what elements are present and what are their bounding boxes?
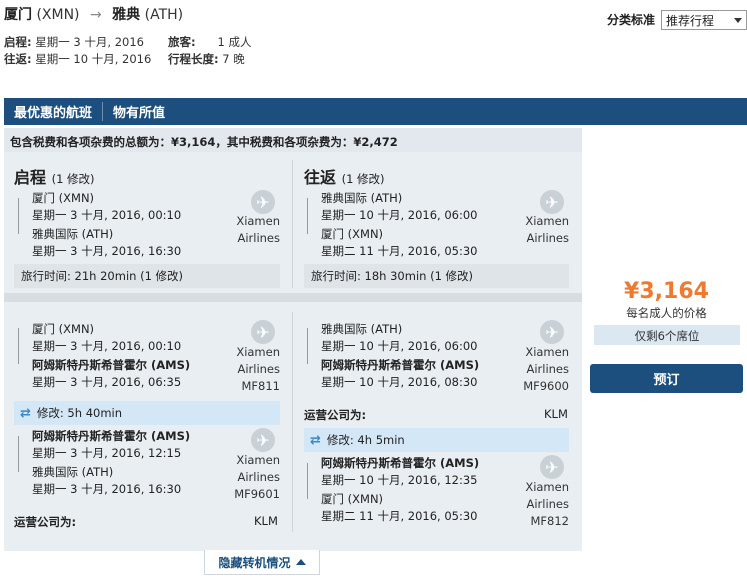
operator-label: 运营公司为:	[304, 408, 367, 422]
seg-from-time: 星期一 10 十月, 2016, 12:35	[321, 473, 478, 487]
transfer-icon: ⇄	[20, 405, 31, 421]
arrow-right-icon: →	[89, 7, 102, 23]
seg-from: 厦门 (XMN)	[32, 322, 95, 336]
route-bracket	[18, 198, 19, 234]
operator-value: KLM	[544, 407, 568, 421]
price-per-adult: 每名成人的价格	[626, 306, 707, 320]
seg-airline: Xiamen Airlines MF811	[236, 345, 280, 393]
seg-to: 阿姆斯特丹斯希普霍尔 (AMS)	[321, 358, 480, 372]
outbound-layover: ⇄ 修改: 5h 40min	[14, 401, 280, 425]
operator-label: 运营公司为:	[14, 515, 77, 529]
outbound-from: 厦门 (XMN)	[32, 191, 95, 205]
outbound-from-time: 星期一 3 十月, 2016, 00:10	[32, 208, 182, 222]
inbound-to: 厦门 (XMN)	[321, 227, 384, 241]
travelers-info: 旅客: 1 成人	[168, 35, 252, 49]
inbound-from: 雅典国际 (ATH)	[321, 191, 403, 205]
inbound-title: 往返 (1 修改)	[304, 168, 385, 187]
inbound-airline: Xiamen Airlines	[525, 214, 569, 245]
route-bracket	[307, 198, 308, 234]
route-bracket	[307, 328, 308, 364]
seg-airline: Xiamen Airlines MF9600	[523, 345, 569, 393]
depart-info: 启程: 星期一 3 十月, 2016	[4, 35, 144, 49]
airplane-icon: ✈	[540, 455, 564, 479]
inbound-to-time: 星期二 11 十月, 2016, 05:30	[321, 244, 478, 258]
seg-from-time: 星期一 3 十月, 2016, 00:10	[32, 339, 182, 353]
seg-to: 厦门 (XMN)	[321, 492, 384, 506]
outbound-airline: Xiamen Airlines	[236, 214, 280, 245]
sort-select[interactable]: 推荐行程	[661, 10, 747, 30]
route-bracket	[307, 463, 308, 499]
sort-label: 分类标准	[606, 13, 655, 27]
airplane-icon: ✈	[251, 428, 275, 452]
return-info: 往返: 星期一 10 十月, 2016	[4, 52, 152, 66]
seg-airline: Xiamen Airlines MF9601	[234, 453, 280, 501]
inbound-from-time: 星期一 10 十月, 2016, 06:00	[321, 208, 478, 222]
airplane-icon: ✈	[251, 320, 275, 344]
column-divider	[292, 160, 293, 288]
seats-left-badge: 仅剩6个席位	[594, 325, 740, 345]
seg-from: 阿姆斯特丹斯希普霍尔 (AMS)	[321, 456, 480, 470]
outbound-title: 启程 (1 修改)	[14, 168, 95, 187]
destination-code: (ATH)	[144, 7, 184, 23]
hide-transfers-toggle[interactable]: 隐藏转机情况	[204, 550, 320, 575]
operator-value: KLM	[254, 514, 278, 528]
seg-from: 阿姆斯特丹斯希普霍尔 (AMS)	[32, 429, 191, 443]
outbound-to: 雅典国际 (ATH)	[32, 227, 114, 241]
route-title: 厦门 (XMN) → 雅典 (ATH)	[4, 4, 183, 24]
origin-city: 厦门	[4, 7, 32, 23]
destination-city: 雅典	[112, 7, 141, 23]
seg-to: 雅典国际 (ATH)	[32, 465, 114, 479]
chevron-up-icon	[295, 559, 306, 565]
tab-cheapest[interactable]: 最优惠的航班	[4, 102, 104, 121]
trip-length-info: 行程长度: 7 晚	[168, 52, 245, 66]
result-tabs: 最优惠的航班 物有所值	[4, 98, 747, 125]
outbound-duration: 旅行时间: 21h 20min (1 修改)	[14, 264, 280, 288]
route-bracket	[18, 436, 19, 472]
outbound-to-time: 星期一 3 十月, 2016, 16:30	[32, 244, 182, 258]
seg-to-time: 星期一 3 十月, 2016, 06:35	[32, 375, 182, 389]
airplane-icon: ✈	[540, 320, 564, 344]
airplane-icon: ✈	[540, 190, 564, 214]
origin-code: (XMN)	[36, 7, 80, 23]
section-divider	[4, 293, 582, 302]
seg-from: 雅典国际 (ATH)	[321, 322, 403, 336]
inbound-layover: ⇄ 修改: 4h 5min	[304, 428, 569, 452]
seg-to-time: 星期二 11 十月, 2016, 05:30	[321, 509, 478, 523]
tab-best-value[interactable]: 物有所值	[103, 102, 175, 121]
seg-from-time: 星期一 10 十月, 2016, 06:00	[321, 339, 478, 353]
seg-to-time: 星期一 10 十月, 2016, 08:30	[321, 375, 478, 389]
seg-to-time: 星期一 3 十月, 2016, 16:30	[32, 482, 182, 496]
price-amount: ¥3,164	[624, 279, 709, 304]
chevron-down-icon	[734, 17, 742, 23]
book-button[interactable]: 预订	[590, 364, 743, 393]
column-divider	[292, 312, 293, 532]
seg-from-time: 星期一 3 十月, 2016, 12:15	[32, 446, 182, 460]
transfer-icon: ⇄	[310, 432, 321, 448]
seg-to: 阿姆斯特丹斯希普霍尔 (AMS)	[32, 358, 191, 372]
total-price-note: 包含税费和各项杂费的总额为：¥3,164，其中税费和各项杂费为：¥2,472	[4, 128, 582, 152]
seg-airline: Xiamen Airlines MF812	[525, 480, 569, 528]
inbound-duration: 旅行时间: 18h 30min (1 修改)	[304, 264, 569, 288]
airplane-icon: ✈	[251, 190, 275, 214]
route-bracket	[18, 328, 19, 364]
